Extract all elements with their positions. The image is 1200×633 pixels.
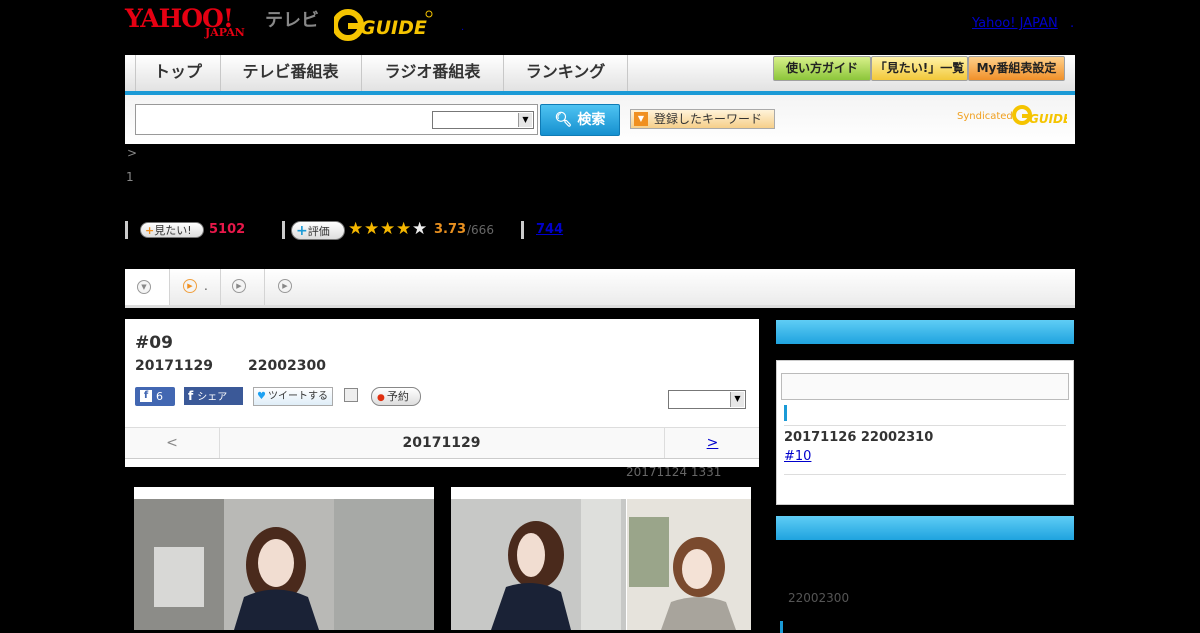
photo-image (134, 487, 434, 630)
gguide-logo[interactable]: GUIDE (334, 8, 434, 42)
chevron-down-icon: ▼ (137, 280, 151, 294)
want-count: 5102 (209, 222, 246, 237)
sidebar-header-2 (776, 516, 1074, 540)
yahoo-japan-link[interactable]: Yahoo! JAPAN (972, 16, 1058, 31)
star-icon: ★ (364, 219, 380, 239)
tab-4[interactable]: ▶ (265, 269, 305, 305)
reserve-label: 予約 (386, 390, 409, 403)
section-marker (780, 621, 783, 633)
updated-timestamp: 20171124 1331 (626, 465, 722, 479)
facebook-icon: f (188, 389, 194, 403)
add-calendar-icon[interactable] (344, 388, 358, 402)
divider (282, 221, 285, 239)
episode-photo-2 (451, 487, 751, 630)
divider (784, 474, 1066, 475)
chevron-down-icon: ▼ (730, 392, 744, 407)
facebook-icon: f (140, 390, 152, 402)
main-nav: トップ テレビ番組表 ラジオ番組表 ランキング 使い方ガイド 「見たい!」一覧 … (125, 55, 1075, 95)
play-icon: ▶ (278, 279, 292, 293)
play-icon: ▶ (183, 279, 197, 293)
want-list-button[interactable]: 「見たい!」一覧 (871, 56, 968, 81)
want-button-label: 見たい! (154, 224, 192, 237)
next-episode-date: 20171126 22002310 (784, 430, 934, 445)
episode-photo-1 (134, 487, 434, 630)
record-dot-icon: ● (377, 393, 385, 403)
nav-tab-tv-listings[interactable]: テレビ番組表 (220, 55, 362, 91)
star-icon: ★ (348, 219, 364, 239)
guide-button[interactable]: 使い方ガイド (773, 56, 871, 81)
header-dot: . (461, 22, 465, 33)
divider (521, 221, 524, 239)
star-icon: ★ (380, 219, 396, 239)
rate-button-label: 評価 (307, 225, 330, 238)
search-button-label: 検索 (577, 112, 606, 128)
content-tabs: ▼ ▶ . ▶ ▶ (125, 269, 1075, 308)
search-icon: 🔍︎ (554, 112, 573, 128)
tv-logo-text: テレビ (265, 10, 319, 31)
next-date-link[interactable]: > (664, 428, 760, 458)
review-count-link[interactable]: 744 (536, 222, 563, 237)
plus-icon: + (145, 224, 155, 237)
plus-icon: + (296, 223, 308, 239)
reserve-button[interactable]: ● 予約 (371, 387, 421, 406)
divider (125, 221, 128, 239)
tab-2[interactable]: ▶ . (170, 269, 221, 305)
current-date: 20171129 (402, 435, 481, 451)
divider (784, 425, 1066, 426)
star-empty-icon: ★ (412, 219, 428, 239)
yahoo-japan-logo-text: JAPAN (205, 26, 245, 39)
nav-tab-radio-listings[interactable]: ラジオ番組表 (362, 55, 504, 91)
breadcrumb-arrow: > (127, 146, 138, 160)
chevron-down-icon: ▼ (518, 113, 532, 127)
nav-tab-ranking[interactable]: ランキング (504, 55, 628, 91)
tweet-label: ツイートする (267, 391, 328, 402)
facebook-share-button[interactable]: f シェア (184, 387, 243, 405)
tab-3[interactable]: ▶ (221, 269, 265, 305)
breadcrumb-number: 1 (126, 170, 134, 184)
section-marker (784, 405, 787, 421)
sidebar-search-field[interactable] (781, 373, 1069, 400)
rating-value: 3.73 (434, 222, 467, 237)
search-button[interactable]: 🔍︎ 検索 (540, 104, 620, 136)
episode-select[interactable]: ▼ (668, 390, 746, 409)
saved-keywords-label: 登録したキーワード (654, 112, 763, 126)
header-dot-right: . (1070, 16, 1075, 31)
sidebar-header-1 (776, 320, 1074, 344)
rate-button[interactable]: +評価 (291, 221, 345, 240)
tweet-button[interactable]: ♥︎ ツイートする (253, 387, 333, 406)
svg-text:GUIDE: GUIDE (360, 17, 427, 39)
tab-1[interactable]: ▼ (125, 269, 170, 305)
next-episode-link[interactable]: #10 (784, 449, 811, 464)
syndicated-gguide-logo: GUIDE (1012, 105, 1067, 126)
syndicated-text: Syndicated (957, 111, 1013, 122)
episode-date: 20171129 (135, 358, 213, 374)
previous-date-button[interactable]: < (125, 428, 220, 458)
dropdown-arrow-icon: ▼ (634, 112, 648, 126)
search-category-select[interactable]: ▼ (432, 111, 534, 129)
rating-count: /666 (467, 223, 494, 237)
facebook-like-button[interactable]: f6 (135, 387, 175, 406)
play-icon: ▶ (232, 279, 246, 293)
my-schedule-button[interactable]: My番組表設定 (968, 56, 1065, 81)
facebook-share-label: シェア (197, 392, 228, 403)
episode-time: 22002300 (248, 358, 326, 374)
nav-tab-top[interactable]: トップ (135, 55, 221, 91)
star-half-icon: ★ (396, 219, 412, 239)
sidebar-broadcast-time: 22002300 (788, 591, 850, 605)
twitter-bird-icon: ♥︎ (257, 391, 266, 402)
episode-number: #09 (135, 333, 173, 353)
want-button[interactable]: +見たい! (140, 222, 204, 238)
photo-image (451, 487, 751, 630)
svg-text:GUIDE: GUIDE (1029, 112, 1067, 126)
facebook-like-count: 6 (156, 390, 163, 403)
saved-keywords-button[interactable]: ▼ 登録したキーワード (630, 109, 775, 129)
tab-2-text: . (204, 279, 208, 293)
